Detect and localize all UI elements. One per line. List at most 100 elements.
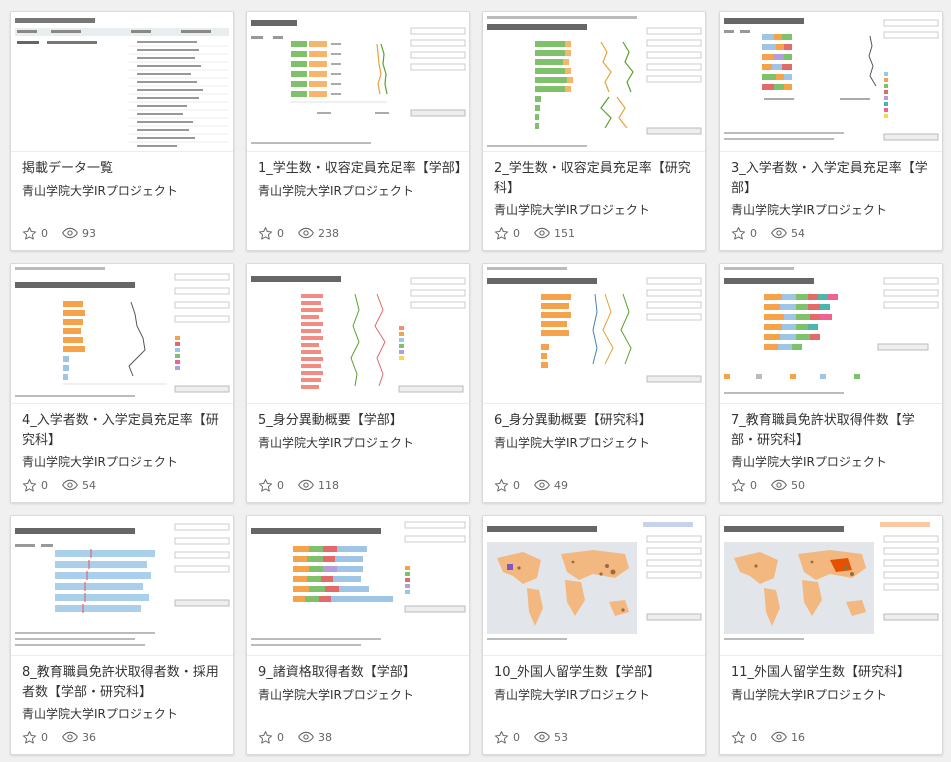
card-stats: 0 238 <box>258 224 353 242</box>
workbook-card[interactable]: 9_諸資格取得者数【学部】 青山学院大学IRプロジェクト 0 38 <box>246 515 470 755</box>
workbook-title[interactable]: 4_入学者数・入学定員充足率【研究科】 <box>22 411 226 451</box>
eye-icon <box>534 731 550 743</box>
favorite-count: 0 <box>750 730 757 744</box>
author-name[interactable]: 青山学院大学IRプロジェクト <box>731 201 887 219</box>
eye-icon <box>62 227 78 239</box>
workbook-card[interactable]: 2_学生数・収容定員充足率【研究科】 青山学院大学IRプロジェクト 0 151 <box>482 11 706 251</box>
workbook-title[interactable]: 掲載データ一覧 <box>22 159 226 179</box>
workbook-title[interactable]: 6_身分異動概要【研究科】 <box>494 411 698 431</box>
favorite-count: 0 <box>513 226 520 240</box>
workbook-thumbnail[interactable] <box>247 264 469 404</box>
workbook-card[interactable]: 11_外国人留学生数【研究科】 青山学院大学IRプロジェクト 0 16 <box>719 515 943 755</box>
view-count: 50 <box>791 478 805 492</box>
favorite-count: 0 <box>513 478 520 492</box>
star-outline-icon[interactable] <box>258 478 273 493</box>
workbook-title[interactable]: 5_身分異動概要【学部】 <box>258 411 462 431</box>
author-name[interactable]: 青山学院大学IRプロジェクト <box>258 182 414 200</box>
favorite-count: 0 <box>277 730 284 744</box>
card-stats: 0 16 <box>731 728 819 746</box>
workbook-title[interactable]: 10_外国人留学生数【学部】 <box>494 663 698 683</box>
workbook-thumbnail[interactable] <box>11 264 233 404</box>
favorite-count: 0 <box>750 478 757 492</box>
eye-icon <box>62 479 78 491</box>
eye-icon <box>534 227 550 239</box>
eye-icon <box>62 731 78 743</box>
star-outline-icon[interactable] <box>22 478 37 493</box>
favorite-count: 0 <box>513 730 520 744</box>
star-outline-icon[interactable] <box>22 730 37 745</box>
star-outline-icon[interactable] <box>494 730 509 745</box>
view-count: 16 <box>791 730 805 744</box>
workbook-title[interactable]: 3_入学者数・入学定員充足率【学部】 <box>731 159 935 199</box>
favorite-count: 0 <box>277 226 284 240</box>
workbook-thumbnail[interactable] <box>11 516 233 656</box>
view-count: 53 <box>554 730 568 744</box>
author-name[interactable]: 青山学院大学IRプロジェクト <box>494 201 650 219</box>
view-count: 54 <box>791 226 805 240</box>
view-count: 93 <box>82 226 96 240</box>
workbook-thumbnail[interactable] <box>483 264 705 404</box>
author-name[interactable]: 青山学院大学IRプロジェクト <box>22 453 178 471</box>
author-name[interactable]: 青山学院大学IRプロジェクト <box>22 182 178 200</box>
eye-icon <box>771 731 787 743</box>
view-count: 36 <box>82 730 96 744</box>
star-outline-icon[interactable] <box>731 226 746 241</box>
eye-icon <box>771 479 787 491</box>
workbook-gallery: 掲載データ一覧 青山学院大学IRプロジェクト 0 93 1_学生数・収容定員充足… <box>0 0 951 762</box>
author-name[interactable]: 青山学院大学IRプロジェクト <box>731 686 887 704</box>
eye-icon <box>771 227 787 239</box>
workbook-card[interactable]: 1_学生数・収容定員充足率【学部】 青山学院大学IRプロジェクト 0 238 <box>246 11 470 251</box>
author-name[interactable]: 青山学院大学IRプロジェクト <box>731 453 887 471</box>
view-count: 238 <box>318 226 339 240</box>
workbook-thumbnail[interactable] <box>720 12 942 152</box>
author-name[interactable]: 青山学院大学IRプロジェクト <box>258 686 414 704</box>
favorite-count: 0 <box>41 730 48 744</box>
workbook-title[interactable]: 7_教育職員免許状取得件数【学部・研究科】 <box>731 411 935 451</box>
eye-icon <box>534 479 550 491</box>
workbook-title[interactable]: 1_学生数・収容定員充足率【学部】 <box>258 159 468 179</box>
workbook-thumbnail[interactable] <box>247 516 469 656</box>
star-outline-icon[interactable] <box>494 478 509 493</box>
star-outline-icon[interactable] <box>731 730 746 745</box>
favorite-count: 0 <box>41 226 48 240</box>
card-stats: 0 93 <box>22 224 110 242</box>
view-count: 151 <box>554 226 575 240</box>
workbook-thumbnail[interactable] <box>247 12 469 152</box>
workbook-card[interactable]: 掲載データ一覧 青山学院大学IRプロジェクト 0 93 <box>10 11 234 251</box>
workbook-thumbnail[interactable] <box>720 516 942 656</box>
workbook-thumbnail[interactable] <box>483 12 705 152</box>
workbook-thumbnail[interactable] <box>720 264 942 404</box>
eye-icon <box>298 227 314 239</box>
workbook-title[interactable]: 11_外国人留学生数【研究科】 <box>731 663 935 683</box>
workbook-thumbnail[interactable] <box>483 516 705 656</box>
workbook-card[interactable]: 3_入学者数・入学定員充足率【学部】 青山学院大学IRプロジェクト 0 54 <box>719 11 943 251</box>
workbook-title[interactable]: 2_学生数・収容定員充足率【研究科】 <box>494 159 698 199</box>
card-stats: 0 53 <box>494 728 582 746</box>
author-name[interactable]: 青山学院大学IRプロジェクト <box>494 686 650 704</box>
workbook-card[interactable]: 5_身分異動概要【学部】 青山学院大学IRプロジェクト 0 118 <box>246 263 470 503</box>
workbook-card[interactable]: 8_教育職員免許状取得者数・採用者数【学部・研究科】 青山学院大学IRプロジェク… <box>10 515 234 755</box>
card-stats: 0 50 <box>731 476 819 494</box>
workbook-card[interactable]: 7_教育職員免許状取得件数【学部・研究科】 青山学院大学IRプロジェクト 0 5… <box>719 263 943 503</box>
author-name[interactable]: 青山学院大学IRプロジェクト <box>258 434 414 452</box>
workbook-card[interactable]: 6_身分異動概要【研究科】 青山学院大学IRプロジェクト 0 49 <box>482 263 706 503</box>
view-count: 38 <box>318 730 332 744</box>
star-outline-icon[interactable] <box>731 478 746 493</box>
star-outline-icon[interactable] <box>494 226 509 241</box>
favorite-count: 0 <box>41 478 48 492</box>
star-outline-icon[interactable] <box>258 226 273 241</box>
card-stats: 0 54 <box>22 476 110 494</box>
author-name[interactable]: 青山学院大学IRプロジェクト <box>494 434 650 452</box>
workbook-title[interactable]: 8_教育職員免許状取得者数・採用者数【学部・研究科】 <box>22 663 226 703</box>
star-outline-icon[interactable] <box>22 226 37 241</box>
workbook-card[interactable]: 4_入学者数・入学定員充足率【研究科】 青山学院大学IRプロジェクト 0 54 <box>10 263 234 503</box>
star-outline-icon[interactable] <box>258 730 273 745</box>
card-stats: 0 118 <box>258 476 353 494</box>
workbook-title[interactable]: 9_諸資格取得者数【学部】 <box>258 663 462 683</box>
author-name[interactable]: 青山学院大学IRプロジェクト <box>22 705 178 723</box>
workbook-thumbnail[interactable] <box>11 12 233 152</box>
workbook-card[interactable]: 10_外国人留学生数【学部】 青山学院大学IRプロジェクト 0 53 <box>482 515 706 755</box>
eye-icon <box>298 731 314 743</box>
favorite-count: 0 <box>750 226 757 240</box>
favorite-count: 0 <box>277 478 284 492</box>
